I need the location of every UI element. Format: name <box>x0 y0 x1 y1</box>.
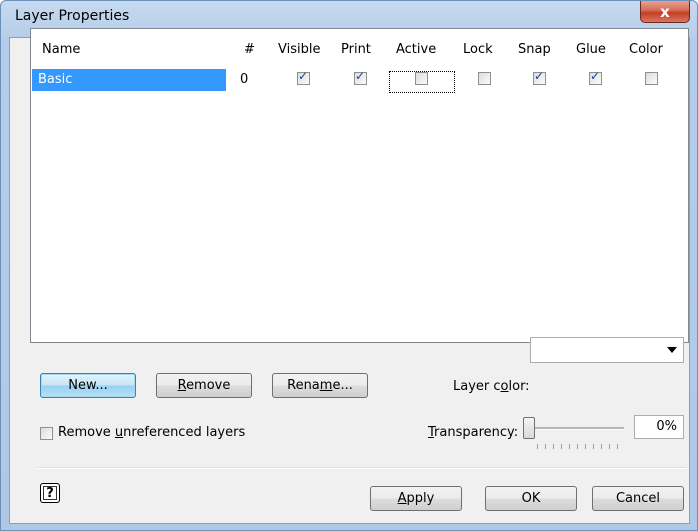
column-header-glue[interactable]: Glue <box>576 42 606 57</box>
visible-checkbox[interactable] <box>297 69 310 85</box>
column-header-print[interactable]: Print <box>341 42 371 57</box>
lock-checkbox[interactable] <box>478 72 491 85</box>
apply-button[interactable]: Apply <box>370 486 462 511</box>
print-checkbox[interactable] <box>354 69 367 85</box>
column-header-lock[interactable]: Lock <box>463 42 493 57</box>
layer-properties-dialog: Layer Properties x Name # Visible Print … <box>0 0 698 531</box>
cancel-button[interactable]: Cancel <box>592 486 684 511</box>
color-checkbox[interactable] <box>645 72 658 85</box>
dialog-title: Layer Properties <box>15 8 130 24</box>
layer-color-dropdown[interactable] <box>530 337 684 363</box>
focus-rectangle <box>389 71 455 93</box>
ok-button[interactable]: OK <box>485 486 577 511</box>
column-header-color[interactable]: Color <box>629 42 663 57</box>
help-button[interactable]: ? <box>40 483 60 503</box>
remove-unreferenced-checkbox[interactable] <box>40 427 53 440</box>
separator <box>38 467 686 469</box>
column-header-active[interactable]: Active <box>396 42 436 57</box>
column-header-visible[interactable]: Visible <box>278 42 320 57</box>
table-row[interactable]: Basic 0 <box>31 69 688 93</box>
remove-button[interactable]: Remove <box>156 373 252 398</box>
remove-button-label: Remove <box>177 378 231 393</box>
new-button-label: New... <box>68 378 108 393</box>
column-header-snap[interactable]: Snap <box>518 42 551 57</box>
layers-table[interactable]: Name # Visible Print Active Lock Snap Gl… <box>30 28 689 343</box>
column-header-name[interactable]: Name <box>42 42 80 57</box>
layer-name-cell[interactable]: Basic <box>32 69 226 91</box>
slider-ticks <box>537 444 619 449</box>
chevron-down-icon[interactable] <box>667 347 677 353</box>
transparency-value-field[interactable]: 0% <box>634 415 684 439</box>
glue-checkbox[interactable] <box>589 69 602 85</box>
close-button[interactable]: x <box>640 1 690 23</box>
new-button[interactable]: New... <box>40 373 136 398</box>
transparency-slider-track[interactable] <box>526 427 624 430</box>
layer-color-label: Layer color: <box>453 379 530 394</box>
cancel-button-label: Cancel <box>615 491 661 506</box>
close-icon: x <box>660 2 670 21</box>
active-checkbox[interactable] <box>389 71 455 93</box>
column-header-number[interactable]: # <box>244 42 255 57</box>
transparency-label: Transparency: <box>428 425 519 440</box>
help-icon: ? <box>46 485 54 501</box>
snap-checkbox[interactable] <box>533 69 546 85</box>
transparency-slider-thumb[interactable] <box>523 417 535 439</box>
remove-unreferenced-label[interactable]: Remove unreferenced layers <box>58 425 245 440</box>
apply-button-label: Apply <box>397 491 435 506</box>
rename-button[interactable]: Rename... <box>272 373 368 398</box>
layer-number-cell: 0 <box>240 72 249 87</box>
ok-button-label: OK <box>521 491 541 506</box>
rename-button-label: Rename... <box>287 378 353 393</box>
